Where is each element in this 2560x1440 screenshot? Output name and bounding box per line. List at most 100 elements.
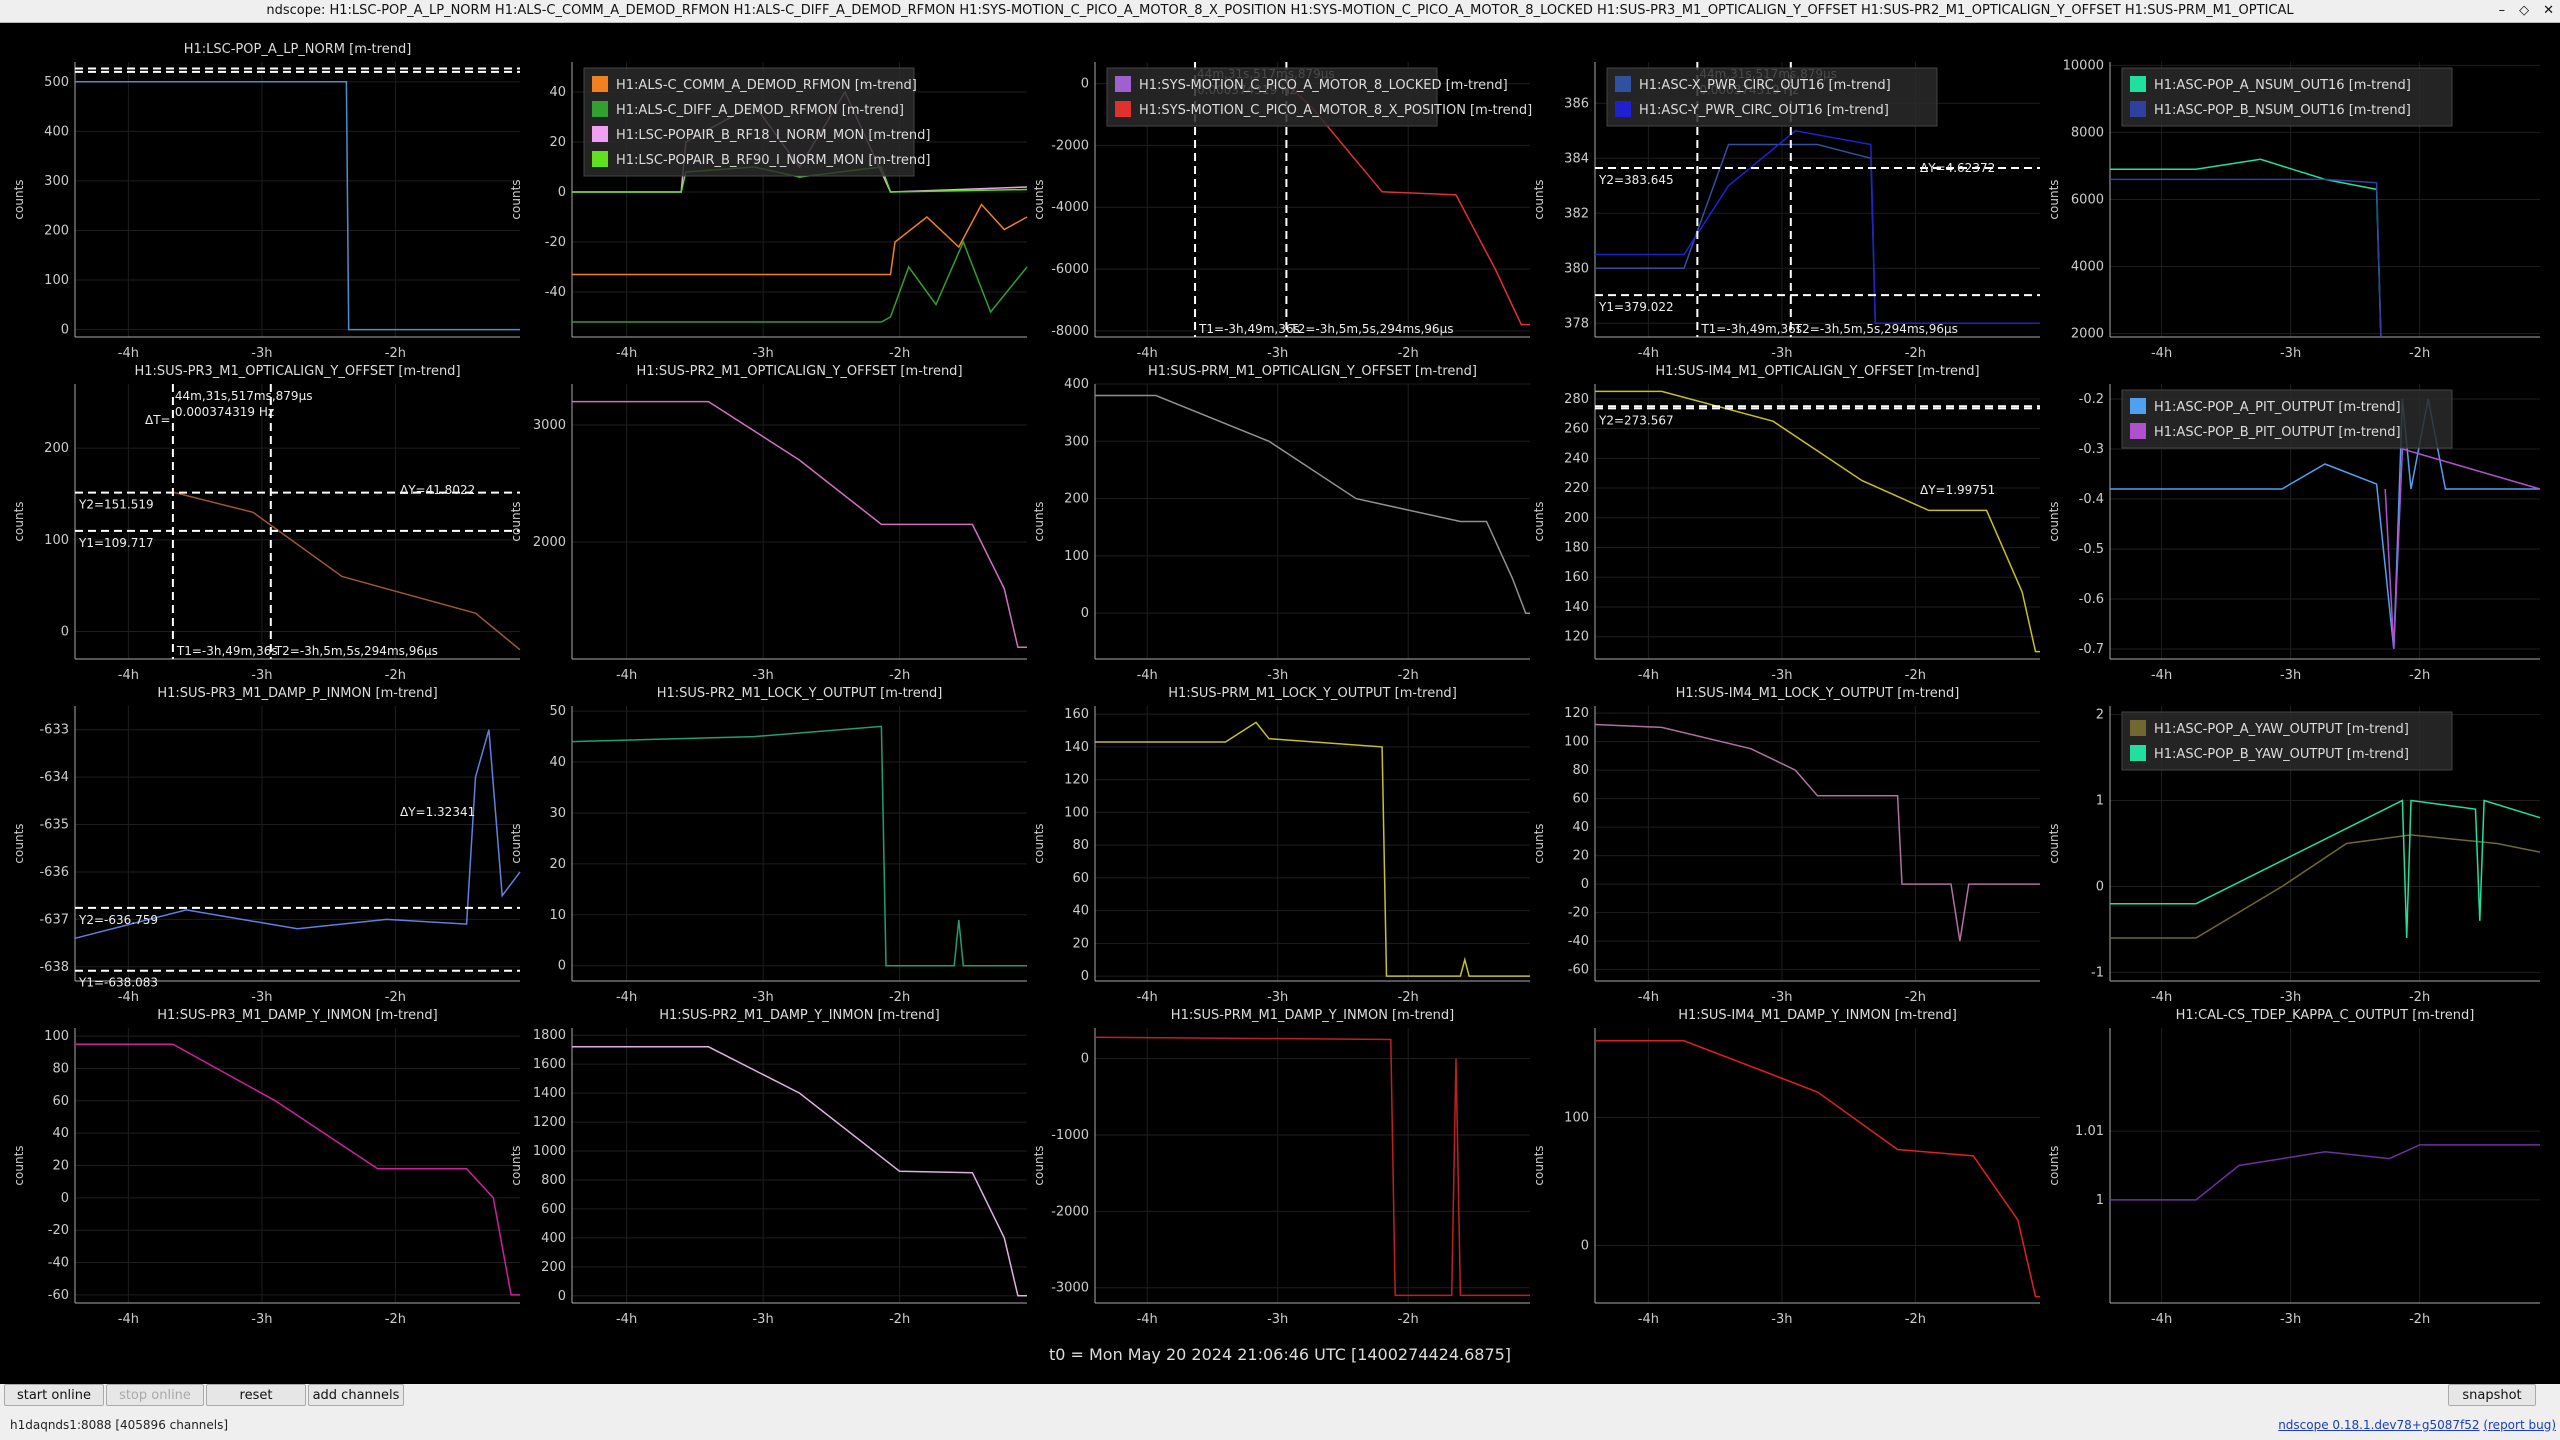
maximize-icon[interactable]: ◇ — [2519, 0, 2529, 22]
report-bug-link[interactable]: (report bug) — [2483, 1418, 2556, 1432]
y-tick-label: 0 — [558, 1289, 566, 1304]
y-tick-label: 160 — [1564, 570, 1589, 585]
add-channels-button[interactable]: add channels — [308, 1384, 404, 1406]
cursor-label: ΔT= — [145, 413, 171, 427]
cursor-label: Y1=109.717 — [78, 536, 154, 550]
x-tick-label: -2h — [2409, 346, 2430, 361]
x-tick-label: -4h — [2151, 346, 2172, 361]
y-tick-label: 20 — [1572, 849, 1589, 864]
y-tick-label: 300 — [1064, 434, 1089, 449]
series-line — [572, 240, 1028, 323]
plot-panel: H1:SUS-PR2_M1_DAMP_Y_INMON [m-trend] 0 200… — [509, 1008, 1027, 1327]
plot-title: H1:LSC-POP_A_LP_NORM [m-trend] — [184, 42, 412, 57]
cursor-label: Y2=-636.759 — [78, 913, 158, 927]
y-axis-label: counts — [12, 1145, 26, 1185]
x-tick-label: -3h — [752, 990, 773, 1005]
start-online-button[interactable]: start online — [4, 1384, 104, 1406]
x-tick-label: -2h — [2409, 1312, 2430, 1327]
y-tick-label: 1400 — [533, 1086, 566, 1101]
y-tick-label: -4000 — [1051, 200, 1089, 215]
y-tick-label: 30 — [549, 806, 566, 821]
y-tick-label: -1000 — [1051, 1128, 1089, 1143]
x-tick-label: -3h — [752, 668, 773, 683]
y-tick-label: -0.3 — [2079, 442, 2104, 457]
y-tick-label: -40 — [48, 1256, 69, 1271]
series-line — [172, 491, 521, 651]
y-tick-label: 100 — [1064, 549, 1089, 564]
x-tick-label: -3h — [251, 346, 272, 361]
x-tick-label: -3h — [1267, 990, 1288, 1005]
y-tick-label: 40 — [549, 85, 566, 100]
plot-panel: H1:SUS-PR3_M1_DAMP_P_INMON [m-trend] -638… — [12, 686, 521, 1005]
t0-label: t0 = Mon May 20 2024 21:06:46 UTC [14002… — [1049, 1345, 1511, 1364]
minimize-icon[interactable]: – — [2499, 0, 2506, 22]
y-tick-label: -40 — [545, 285, 566, 300]
plot-panel: 2000 4000 6000 8000 10000 -4h -3h -2h counts H1:A… — [2047, 58, 2540, 361]
y-tick-label: 4000 — [2071, 260, 2104, 275]
legend-label: H1:ASC-POP_A_YAW_OUTPUT [m-trend] — [2154, 722, 2409, 737]
y-axis-label: counts — [2047, 1145, 2061, 1185]
y-axis-label: counts — [12, 501, 26, 541]
y-tick-label: 80 — [1072, 838, 1089, 853]
y-axis-label: counts — [1032, 179, 1046, 219]
plot-panel: H1:SUS-IM4_M1_LOCK_Y_OUTPUT [m-trend] -60… — [1532, 686, 2040, 1005]
y-tick-label: 382 — [1564, 206, 1589, 221]
x-tick-label: -3h — [251, 1312, 272, 1327]
y-tick-label: 400 — [541, 1231, 566, 1246]
y-tick-label: 120 — [1064, 773, 1089, 788]
plot-panel: H1:SUS-PRM_M1_OPTICALIGN_Y_OFFSET [m-tre… — [1032, 364, 1530, 683]
y-tick-label: 0 — [1581, 1238, 1589, 1253]
snapshot-button[interactable]: snapshot — [2448, 1384, 2536, 1406]
y-axis-label: counts — [509, 1145, 523, 1185]
y-tick-label: -20 — [48, 1223, 69, 1238]
y-tick-label: 40 — [52, 1126, 69, 1141]
y-tick-label: 200 — [1564, 511, 1589, 526]
y-tick-label: -60 — [1568, 963, 1589, 978]
y-tick-label: 20 — [549, 135, 566, 150]
y-axis-label: counts — [1532, 1145, 1546, 1185]
y-tick-label: 60 — [1572, 792, 1589, 807]
y-tick-label: -40 — [1568, 934, 1589, 949]
plot-title: H1:SUS-PR2_M1_DAMP_Y_INMON [m-trend] — [659, 1008, 939, 1023]
series-line — [1594, 723, 2040, 942]
y-tick-label: -634 — [39, 770, 69, 785]
y-tick-label: 200 — [541, 1260, 566, 1275]
plot-panel: H1:SUS-PR3_M1_DAMP_Y_INMON [m-trend] -60 -… — [12, 1008, 520, 1327]
y-tick-label: 100 — [44, 273, 69, 288]
x-tick-label: -4h — [118, 990, 139, 1005]
x-tick-label: -2h — [1905, 990, 1926, 1005]
cursor-label: T1=-3h,49m,36s — [1198, 322, 1300, 336]
y-tick-label: 200 — [44, 223, 69, 238]
legend-label: H1:ASC-POP_B_YAW_OUTPUT [m-trend] — [2154, 747, 2409, 762]
y-tick-label: 240 — [1564, 451, 1589, 466]
reset-button[interactable]: reset — [206, 1384, 306, 1406]
x-tick-label: -2h — [1398, 668, 1419, 683]
plot-panel: -8000-6000-4000-20000-4h-3h-2hcounts44m,… — [1032, 62, 1532, 361]
y-tick-label: 6000 — [2071, 193, 2104, 208]
legend-swatch — [2130, 720, 2146, 736]
plot-panel: H1:SUS-IM4_M1_OPTICALIGN_Y_OFFSET [m-tre… — [1532, 364, 2040, 683]
y-tick-label: 500 — [44, 75, 69, 90]
y-axis-label: counts — [12, 179, 26, 219]
y-tick-label: 0 — [61, 323, 69, 338]
y-axis-label: counts — [12, 823, 26, 863]
y-axis-label: counts — [2047, 501, 2061, 541]
x-tick-label: -4h — [1137, 346, 1158, 361]
x-tick-label: -2h — [1398, 990, 1419, 1005]
y-tick-label: -2000 — [1051, 1204, 1089, 1219]
y-tick-label: -2000 — [1051, 138, 1089, 153]
cursor-label: Y2=151.519 — [78, 498, 154, 512]
close-icon[interactable]: ✕ — [2543, 0, 2554, 22]
x-tick-label: -4h — [1638, 668, 1659, 683]
window-title: ndscope: H1:LSC-POP_A_LP_NORM H1:ALS-C_C… — [266, 3, 2294, 18]
x-tick-label: -2h — [1905, 1312, 1926, 1327]
cursor-label: T2=-3h,5m,5s,294ms,96µs — [1289, 322, 1453, 336]
y-tick-label: 160 — [1064, 707, 1089, 722]
x-tick-label: -3h — [2280, 346, 2301, 361]
cursor-label: T2=-3h,5m,5s,294ms,96µs — [274, 644, 438, 658]
x-tick-label: -3h — [1771, 346, 1792, 361]
version-link[interactable]: ndscope 0.18.1.dev78+g5087f52 — [2278, 1418, 2479, 1432]
y-tick-label: 0 — [1081, 1052, 1089, 1067]
y-tick-label: -1 — [2091, 965, 2104, 980]
plot-grid[interactable]: H1:LSC-POP_A_LP_NORM [m-trend]0100200300… — [0, 22, 2560, 1384]
